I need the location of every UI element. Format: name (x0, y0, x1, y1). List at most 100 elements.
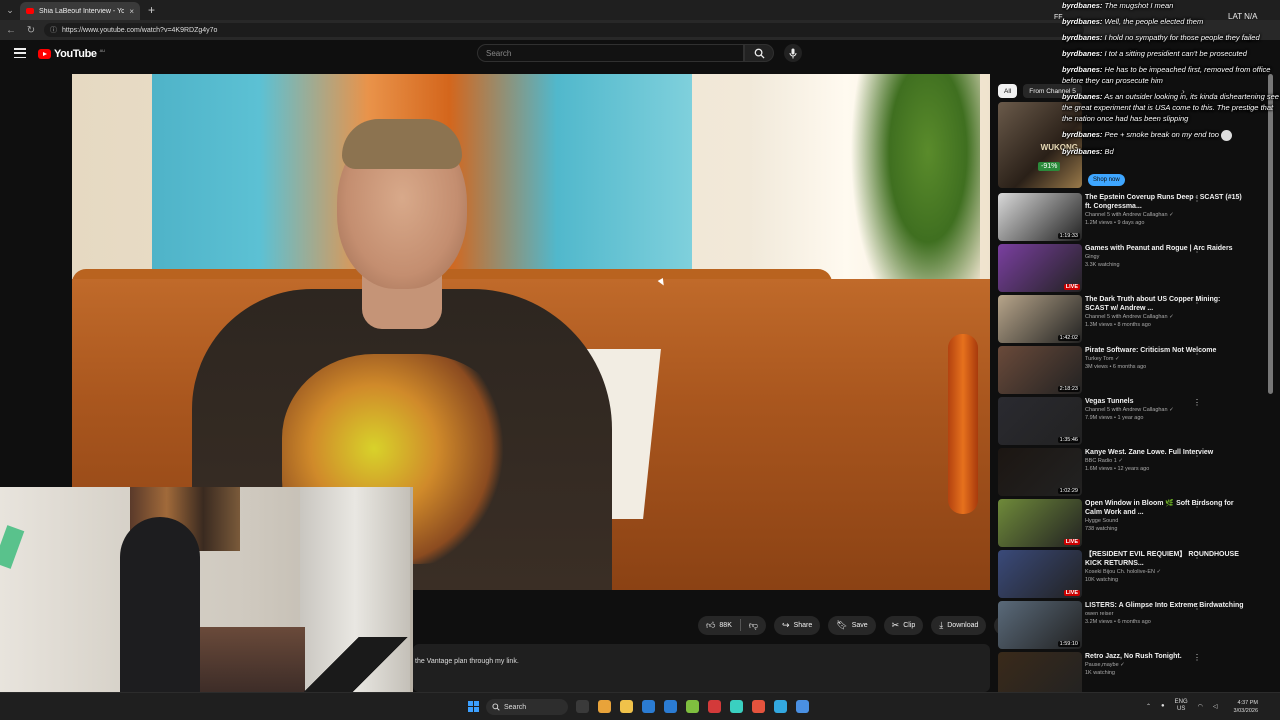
thumbs-up-icon[interactable]: 👍︎ (706, 620, 715, 631)
related-video-item[interactable]: 1:35:46 Vegas Tunnels Channel 5 with Andre… (998, 396, 1260, 447)
video-title[interactable]: Games with Peanut and Rogue | Arc Raider… (1085, 244, 1245, 253)
input-language[interactable]: ENG US (1175, 699, 1188, 713)
channel-name[interactable]: owen reiser (1085, 610, 1245, 618)
voice-search-button[interactable] (784, 44, 802, 62)
site-info-icon[interactable]: ⓘ (50, 25, 57, 35)
video-title[interactable]: Pirate Software: Criticism Not Welcome (1085, 346, 1245, 355)
chat-username: byrdbanes: (1062, 17, 1103, 26)
windows-start-icon[interactable] (468, 701, 479, 712)
video-thumbnail[interactable]: LIVE (998, 550, 1082, 598)
related-video-item[interactable]: 2:18:23 Pirate Software: Criticism Not We… (998, 345, 1260, 396)
channel-name[interactable]: Channel 5 with Andrew Callaghan ✓ (1085, 313, 1245, 321)
browser-tab-active[interactable]: Shia LaBeouf Interview - YouTube × (20, 2, 140, 20)
download-button[interactable]: ⤓ Download (931, 615, 987, 635)
share-button[interactable]: ↪ Share (774, 615, 821, 635)
more-options-icon[interactable]: ⋮ (1193, 347, 1201, 356)
video-description[interactable]: the Vantage plan through my link. (413, 644, 990, 692)
channel-name[interactable]: Channel 5 with Andrew Callaghan ✓ (1085, 406, 1245, 414)
taskbar-app-icon[interactable] (730, 700, 743, 713)
thumbs-down-icon[interactable]: 👎︎ (749, 620, 758, 631)
back-icon[interactable]: ← (4, 23, 18, 37)
channel-name[interactable]: Koseki Bijou Ch. hololive-EN ✓ (1085, 568, 1245, 576)
reload-icon[interactable]: ↻ (24, 23, 38, 37)
taskbar-app-icon[interactable] (708, 700, 721, 713)
video-thumbnail[interactable]: 1:19:33 (998, 193, 1082, 241)
related-video-item[interactable]: 1:59:10 LISTERS: A Glimpse Into Extreme B… (998, 600, 1260, 651)
tray-app-icon[interactable]: ● (1161, 703, 1165, 709)
guide-menu-icon[interactable] (14, 48, 26, 58)
channel-name[interactable]: Gingy (1085, 253, 1245, 261)
more-options-icon[interactable]: ⋮ (1193, 500, 1201, 509)
video-title[interactable]: The Dark Truth about US Copper Mining: S… (1085, 295, 1245, 313)
video-thumbnail[interactable]: LIVE (998, 499, 1082, 547)
video-thumbnail[interactable]: LIVE (998, 244, 1082, 292)
video-title[interactable]: 【RESIDENT EVIL REQUIEM】 ROUNDHOUSE KICK … (1085, 550, 1245, 568)
more-options-icon[interactable]: ⋮ (1193, 449, 1201, 458)
channel-name[interactable]: Hygge Sound (1085, 517, 1245, 525)
more-options-icon[interactable]: ⋮ (1193, 245, 1201, 254)
youtube-logo[interactable]: YouTube AU (38, 48, 105, 60)
search-button[interactable] (744, 44, 774, 62)
video-thumbnail[interactable]: 1:02:29 (998, 448, 1082, 496)
chip-all[interactable]: All (998, 84, 1018, 98)
related-video-item[interactable]: 1:42:02 The Dark Truth about US Copper Mi… (998, 294, 1260, 345)
clip-button[interactable]: ✂ Clip (883, 615, 924, 635)
video-title[interactable]: Kanye West. Zane Lowe. Full Interview (1085, 448, 1245, 457)
network-icon[interactable]: ◠ (1198, 703, 1203, 710)
video-thumbnail[interactable]: 1:35:46 (998, 397, 1082, 445)
logo-wordmark: YouTube (54, 48, 97, 60)
taskbar-app-icon[interactable] (576, 700, 589, 713)
taskbar-app-icon[interactable] (796, 700, 809, 713)
tab-list-chevron-icon[interactable]: ⌄ (0, 0, 20, 20)
related-video-item[interactable]: LIVE 【RESIDENT EVIL REQUIEM】 ROUNDHOUSE K… (998, 549, 1260, 600)
channel-name[interactable]: BBC Radio 1 ✓ (1085, 457, 1245, 465)
more-options-icon[interactable]: ⋮ (1193, 296, 1201, 305)
chat-message: byrdbanes: As an outsider looking in, it… (1062, 91, 1280, 124)
chat-message: byrdbanes: The mugshot I mean (1062, 0, 1280, 11)
video-title[interactable]: Vegas Tunnels (1085, 397, 1245, 406)
taskbar-search[interactable]: Search (486, 699, 568, 715)
taskbar-app-icon[interactable] (752, 700, 765, 713)
video-thumbnail[interactable]: 1:59:10 (998, 601, 1082, 649)
related-video-item[interactable]: 1:19:33 The Epstein Coverup Runs Deep - S… (998, 192, 1260, 243)
new-tab-button[interactable]: + (148, 3, 155, 17)
more-options-icon[interactable]: ⋮ (1193, 194, 1201, 203)
video-title[interactable]: Retro Jazz, No Rush Tonight. (1085, 652, 1245, 661)
taskbar-app-icon[interactable] (774, 700, 787, 713)
video-thumbnail[interactable]: 1:42:02 (998, 295, 1082, 343)
tab-close-icon[interactable]: × (129, 7, 134, 16)
video-thumbnail[interactable]: 2:18:23 (998, 346, 1082, 394)
taskbar-clock[interactable]: 4:37 PM 3/03/2026 (1228, 699, 1258, 715)
like-count[interactable]: 88K (719, 622, 731, 629)
more-options-icon[interactable]: ⋮ (1193, 398, 1201, 407)
video-title[interactable]: Open Window in Bloom 🌿 Soft Birdsong for… (1085, 499, 1245, 517)
video-title[interactable]: LISTERS: A Glimpse Into Extreme Birdwatc… (1085, 601, 1245, 610)
taskbar-app-icon[interactable] (598, 700, 611, 713)
video-title[interactable]: The Epstein Coverup Runs Deep - SCAST (#… (1085, 193, 1245, 211)
chat-username: byrdbanes: (1062, 65, 1103, 74)
taskbar-app-icon[interactable] (664, 700, 677, 713)
logo-country-code: AU (99, 48, 106, 53)
related-video-item[interactable]: LIVE Open Window in Bloom 🌿 Soft Birdsong… (998, 498, 1260, 549)
like-dislike-group: 👍︎ 88K 👎︎ (698, 615, 767, 635)
related-video-item[interactable]: 1:02:29 Kanye West. Zane Lowe. Full Inter… (998, 447, 1260, 498)
channel-name[interactable]: Turkey Tom ✓ (1085, 355, 1245, 363)
channel-name[interactable]: Channel 5 with Andrew Callaghan ✓ (1085, 211, 1245, 219)
video-stats: 10K watching (1085, 577, 1119, 583)
chat-text: I hold no sympathy for those people they… (1104, 33, 1260, 42)
taskbar-app-icon[interactable] (620, 700, 633, 713)
save-button[interactable]: 🔖︎ Save (828, 615, 876, 635)
hud-lat-readout: LAT N/A (1228, 12, 1258, 21)
volume-icon[interactable]: ◁ (1213, 703, 1218, 710)
more-options-icon[interactable]: ⋮ (1193, 653, 1201, 662)
tray-overflow-chevron-icon[interactable]: ⌃ (1146, 703, 1151, 710)
more-options-icon[interactable]: ⋮ (1193, 602, 1201, 611)
channel-name[interactable]: Pause,maybe ✓ (1085, 661, 1245, 669)
address-bar[interactable]: ⓘ https://www.youtube.com/watch?v=4K9RDZ… (44, 23, 1084, 37)
taskbar-app-icon[interactable] (686, 700, 699, 713)
related-video-item[interactable]: LIVE Games with Peanut and Rogue | Arc Ra… (998, 243, 1260, 294)
more-options-icon[interactable]: ⋮ (1193, 551, 1201, 560)
search-input[interactable]: Search (477, 44, 744, 62)
youtube-favicon-icon (26, 8, 34, 14)
taskbar-app-icon[interactable] (642, 700, 655, 713)
